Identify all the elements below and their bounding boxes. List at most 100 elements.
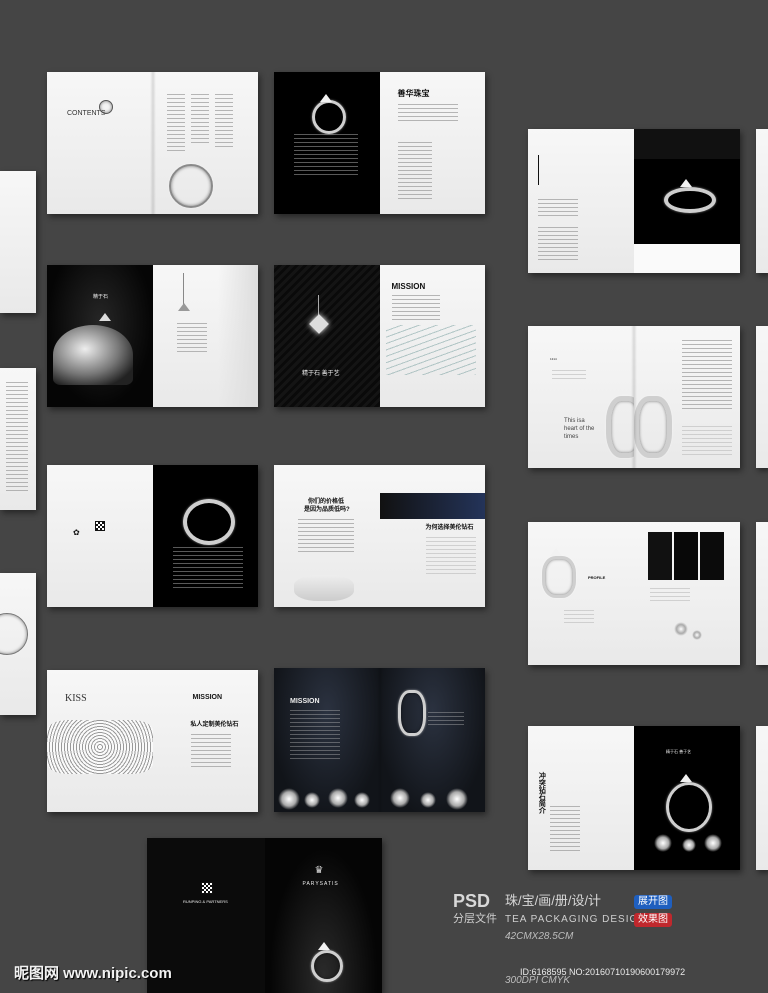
bracelet-image — [47, 720, 153, 774]
caption-text: 精于石 — [93, 294, 109, 300]
page-left: KISS — [47, 670, 153, 812]
flower-logo-icon: ✿ — [73, 528, 80, 537]
text-block — [6, 382, 28, 492]
page-left: 精于石 善于艺 — [274, 265, 380, 407]
spread-heart: 1314 This isa heart of the times — [528, 326, 740, 468]
diamond-sparkle — [304, 792, 320, 808]
pendant-icon — [177, 303, 190, 311]
heart-line-3: times — [564, 434, 579, 440]
page-left: 1314 This isa heart of the times — [528, 326, 634, 468]
edge-page — [756, 326, 768, 468]
question-line-1: 你们的价格低 — [308, 499, 345, 505]
ring-icon — [182, 499, 235, 545]
kiss-title: KISS — [65, 693, 87, 704]
page-left: 你们的价格低 是因为品质低吗? — [274, 465, 380, 607]
text-block — [190, 734, 231, 770]
badge-effect: 效果图 — [634, 913, 672, 927]
diamond-sparkle — [354, 792, 370, 808]
diamond-icon — [99, 313, 111, 321]
text-block — [214, 94, 233, 149]
text-block — [538, 199, 578, 219]
heart-line-1: This isa — [564, 418, 585, 424]
page-left: 冲突钻石简介 — [528, 726, 634, 870]
diamond-sparkle — [445, 788, 468, 810]
page-left — [528, 129, 634, 273]
diamond-sparkle — [389, 788, 410, 808]
mission-heading: MISSION — [192, 694, 223, 701]
spread-ring-reflection: ✿ — [47, 465, 258, 607]
pearl-icon — [692, 630, 702, 640]
text-block — [538, 227, 578, 261]
page-right — [634, 326, 740, 468]
spread-diamond-pendant: 精于石 — [47, 265, 258, 407]
page-right: MISSION 私人定制美伦钻石 — [152, 670, 258, 812]
page-left: PROFILE — [528, 522, 634, 665]
page-right: MISSION — [379, 265, 485, 407]
heart-line-2: heart of the — [564, 426, 595, 432]
edge-page — [0, 573, 36, 715]
ring-icon — [312, 100, 346, 134]
edge-page — [756, 129, 768, 273]
edge-spread-2 — [0, 368, 36, 510]
section-title: 冲突钻石简介 — [538, 772, 546, 814]
text-block — [166, 94, 185, 154]
vertical-rule — [538, 155, 539, 185]
edge-spread-1 — [0, 171, 36, 313]
text-block — [552, 370, 586, 380]
text-block — [650, 588, 690, 602]
diamond-outline-icon — [0, 613, 28, 655]
text-block — [550, 806, 580, 852]
page-right — [634, 129, 740, 273]
ring-icon — [542, 556, 576, 598]
spread-cover: RUNPING & PARTNERS ♛ PARYSATIS — [147, 838, 382, 993]
ring-icon — [310, 950, 343, 982]
diamond-icon — [317, 942, 330, 950]
page-right — [379, 668, 485, 812]
text-block — [298, 519, 354, 555]
text-block — [682, 426, 732, 456]
page-right: 精于石 善于艺 — [634, 726, 740, 870]
qr-code-icon — [95, 521, 105, 531]
ring-icon — [634, 396, 672, 458]
model-image — [218, 265, 258, 407]
headline-text: 私人定制美伦钻石 — [190, 722, 239, 728]
ring-icon — [397, 690, 426, 736]
page-left: 精于石 — [47, 265, 153, 407]
diamond-sparkle — [682, 838, 696, 852]
edge-page — [0, 368, 36, 510]
diamond-ring-image — [53, 325, 133, 385]
line-label: 1314 — [550, 357, 557, 361]
profile-heading: PROFILE — [588, 575, 606, 580]
mission-heading: MISSION — [290, 698, 320, 705]
page-left — [274, 72, 380, 214]
edge-spread-right-1 — [756, 129, 768, 273]
text-block — [190, 94, 209, 144]
diamond-icon — [680, 774, 692, 782]
text-block — [391, 295, 440, 323]
diamond-sparkle — [419, 792, 436, 808]
cube-pendant-icon — [309, 314, 329, 334]
front-cover: ♛ PARYSATIS — [264, 838, 382, 993]
id-line: ID:6168595 NO:20160710190600179972 — [520, 967, 686, 977]
edge-page — [756, 726, 768, 870]
edge-spread-right-3 — [756, 522, 768, 665]
partners-text: RUNPING & PARTNERS — [183, 899, 228, 904]
spread-intro: 冲突钻石简介 精于石 善于艺 — [528, 726, 740, 870]
spread-contents: CONTENTS — [47, 72, 258, 214]
banner-image — [379, 493, 485, 519]
title-en: TEA PACKAGING DESIGN — [505, 914, 647, 925]
spread-profile: PROFILE — [528, 522, 740, 665]
text-block — [397, 104, 458, 122]
page-left: MISSION — [274, 668, 380, 812]
size-label: 42CMX28.5CM — [505, 931, 574, 942]
crown-logo-icon: ♛ — [314, 865, 324, 876]
page-left: CONTENTS — [47, 72, 153, 214]
edge-spread-right-2 — [756, 326, 768, 468]
psd-label: PSD — [453, 891, 491, 911]
diamond-icon — [320, 94, 332, 102]
diamond-sparkle — [328, 788, 348, 808]
brand-name: PARYSATIS — [302, 881, 339, 887]
badge-open: 展开图 — [634, 895, 672, 909]
ring-icon — [666, 782, 712, 832]
question-line-2: 是因为品质低吗? — [304, 507, 350, 513]
